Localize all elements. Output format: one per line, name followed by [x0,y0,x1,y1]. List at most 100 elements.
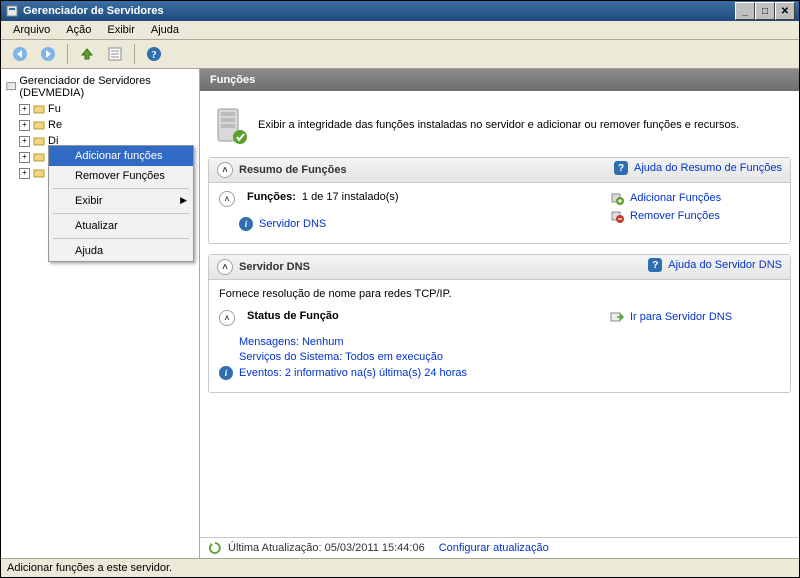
body: Gerenciador de Servidores (DEVMEDIA) +Fu… [1,69,799,558]
main-content: Exibir a integridade das funções instala… [200,91,799,537]
status-heading: ˄ Status de Função [219,310,610,326]
collapse-icon[interactable]: ˄ [217,259,233,275]
remove-roles-link[interactable]: Remover Funções [610,209,780,223]
configure-update-link[interactable]: Configurar atualização [439,542,549,554]
properties-button[interactable] [102,41,128,67]
folder-icon [32,134,46,148]
panel-title: Resumo de Funções [239,164,347,176]
expand-icon[interactable]: + [19,152,30,163]
panel-help-label: Ajuda do Resumo de Funções [634,162,782,174]
expand-icon[interactable]: + [19,168,30,179]
separator [67,44,68,64]
ctx-help[interactable]: Ajuda [49,241,193,261]
dns-panel: ˄ Servidor DNS ? Ajuda do Servidor DNS F… [208,254,791,393]
right-column: Ir para Servidor DNS [610,310,780,384]
toolbar: ? [1,40,799,69]
banner: Exibir a integridade das funções instala… [208,99,791,157]
panel-body: Fornece resolução de nome para redes TCP… [209,280,790,392]
expand-icon[interactable]: + [19,136,30,147]
folder-icon [32,150,46,164]
folder-icon [32,102,46,116]
menubar: Arquivo Ação Exibir Ajuda [1,21,799,40]
dns-status-row: ˄ Status de Função Mensagens: Nenhum Ser… [219,310,780,384]
statusbar-text: Adicionar funções a este servidor. [7,562,172,574]
tree-root-label: Gerenciador de Servidores (DEVMEDIA) [19,75,195,99]
help-button[interactable]: ? [141,41,167,67]
ctx-view-label: Exibir [75,195,103,207]
right-column: Adicionar Funções Remover Funções [610,191,780,235]
ctx-view[interactable]: Exibir▶ [49,191,193,211]
close-button[interactable]: ✕ [775,2,795,20]
dns-services[interactable]: Serviços do Sistema: Todos em execução [219,351,610,363]
collapse-icon[interactable]: ˄ [219,191,235,207]
panel-header: ˄ Servidor DNS ? Ajuda do Servidor DNS [209,255,790,280]
main-pane: Funções Exibir a integridade das funções… [200,69,799,558]
collapse-icon[interactable]: ˄ [217,162,233,178]
status-title: Status de Função [247,310,339,326]
back-button[interactable] [7,41,33,67]
main-header: Funções [200,69,799,91]
tree-pane[interactable]: Gerenciador de Servidores (DEVMEDIA) +Fu… [1,69,200,558]
expand-icon[interactable]: + [19,104,30,115]
dns-messages[interactable]: Mensagens: Nenhum [219,336,610,348]
panel-help[interactable]: ? Ajuda do Resumo de Funções [614,161,782,175]
roles-summary-panel: ˄ Resumo de Funções ? Ajuda do Resumo de… [208,157,791,244]
tree-item[interactable]: +Fu [1,101,199,117]
panel-header: ˄ Resumo de Funções ? Ajuda do Resumo de… [209,158,790,183]
role-dns-label: Servidor DNS [259,218,326,230]
ctx-refresh[interactable]: Atualizar [49,216,193,236]
maximize-button[interactable]: □ [755,2,775,20]
roles-count-value: 1 de 17 instalado(s) [302,191,399,207]
app-icon [5,4,19,18]
titlebar: Gerenciador de Servidores _ □ ✕ [1,1,799,21]
ctx-separator [53,213,189,214]
statusbar: Adicionar funções a este servidor. [1,558,799,577]
goto-dns-label: Ir para Servidor DNS [630,311,732,323]
role-dns[interactable]: i Servidor DNS [219,217,610,231]
context-menu: Adicionar funções Remover Funções Exibir… [48,145,194,262]
expand-icon[interactable]: + [19,120,30,131]
ctx-separator [53,188,189,189]
panel-help[interactable]: ? Ajuda do Servidor DNS [648,258,782,272]
roles-count: ˄ Funções: 1 de 17 instalado(s) [219,191,610,207]
menu-acao[interactable]: Ação [58,22,99,38]
roles-count-label: Funções: [247,191,296,207]
last-update-line: Última Atualização: 05/03/2011 15:44:06 … [200,537,799,558]
minimize-button[interactable]: _ [735,2,755,20]
ctx-remove-roles[interactable]: Remover Funções [49,166,193,186]
left-column: ˄ Funções: 1 de 17 instalado(s) i Servid… [219,191,610,235]
ctx-add-roles[interactable]: Adicionar funções [49,146,193,166]
goto-icon [610,310,624,324]
dns-events[interactable]: i Eventos: 2 informativo na(s) última(s)… [219,366,610,380]
tree-root-node[interactable]: Gerenciador de Servidores (DEVMEDIA) [1,73,199,101]
add-roles-label: Adicionar Funções [630,192,721,204]
info-icon: i [219,366,233,380]
menu-arquivo[interactable]: Arquivo [5,22,58,38]
left-column: ˄ Status de Função Mensagens: Nenhum Ser… [219,310,610,384]
banner-text: Exibir a integridade das funções instala… [258,119,739,131]
up-button[interactable] [74,41,100,67]
panel-title: Servidor DNS [239,261,310,273]
tree-item[interactable]: +Re [1,117,199,133]
svg-text:?: ? [151,49,157,61]
collapse-icon[interactable]: ˄ [219,310,235,326]
folder-icon [32,166,46,180]
add-roles-link[interactable]: Adicionar Funções [610,191,780,205]
menu-ajuda[interactable]: Ajuda [143,22,187,38]
refresh-icon [208,541,222,555]
menu-exibir[interactable]: Exibir [99,22,143,38]
forward-button[interactable] [35,41,61,67]
separator [134,44,135,64]
help-icon: ? [614,161,628,175]
dns-events-label: Eventos: 2 informativo na(s) última(s) 2… [239,367,467,379]
panel-help-label: Ajuda do Servidor DNS [668,259,782,271]
folder-icon [32,118,46,132]
goto-dns-link[interactable]: Ir para Servidor DNS [610,310,780,324]
help-icon: ? [648,258,662,272]
last-update-label: Última Atualização: 05/03/2011 15:44:06 [228,542,425,554]
server-icon [5,80,17,94]
ctx-separator [53,238,189,239]
dns-desc: Fornece resolução de nome para redes TCP… [219,288,780,300]
window-root: Gerenciador de Servidores _ □ ✕ Arquivo … [0,0,800,578]
window-title: Gerenciador de Servidores [23,5,735,17]
